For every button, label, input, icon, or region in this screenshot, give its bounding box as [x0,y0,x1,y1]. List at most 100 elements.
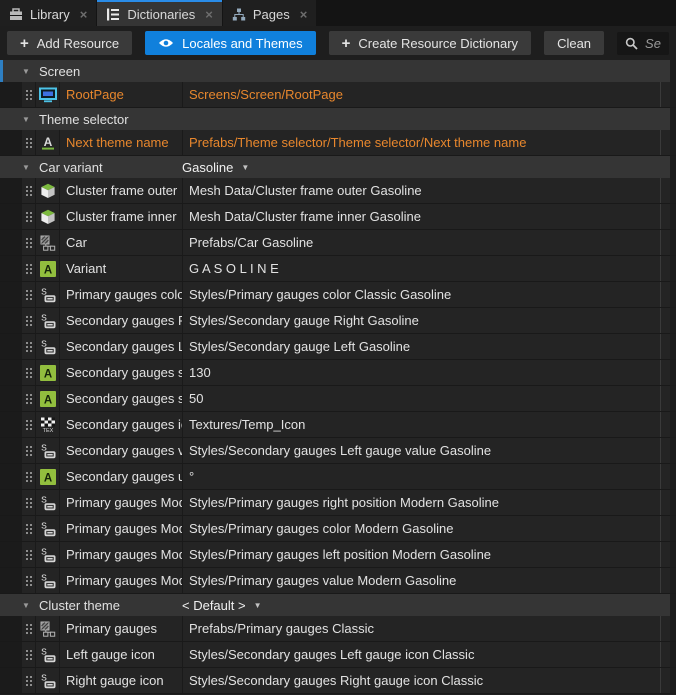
resource-name[interactable]: Variant [60,256,183,281]
resource-name[interactable]: Primary gauges color [60,282,183,307]
drag-handle[interactable] [22,490,36,515]
resource-value[interactable]: Styles/Primary gauges color Modern Gasol… [183,516,660,541]
table-row[interactable]: Car Prefabs/Car Gasoline [0,230,676,256]
resource-name[interactable]: Next theme name [60,130,183,155]
resource-value[interactable]: Textures/Temp_Icon [183,412,660,437]
resource-name[interactable]: Secondary gauges sca [60,386,183,411]
table-row[interactable]: A Secondary gauges sca 130 [0,360,676,386]
section-dropdown[interactable]: < Default > ▼ [182,598,262,613]
resource-name[interactable]: Right gauge icon [60,668,183,693]
drag-handle[interactable] [22,516,36,541]
resource-name[interactable]: Cluster frame outer [60,178,183,203]
drag-handle[interactable] [22,386,36,411]
resource-name[interactable]: Cluster frame inner [60,204,183,229]
table-row[interactable]: TEX Secondary gauges ico Textures/Temp_I… [0,412,676,438]
resource-value[interactable]: Styles/Secondary gauges Right gauge icon… [183,668,660,693]
table-row[interactable]: S Primary gauges color Styles/Primary ga… [0,282,676,308]
resource-name[interactable]: Secondary gauges ico [60,412,183,437]
drag-handle[interactable] [22,542,36,567]
resource-name[interactable]: Secondary gauges val [60,438,183,463]
tab-dictionaries[interactable]: Dictionaries × [97,0,222,26]
resource-value[interactable]: Styles/Secondary gauge Left Gasoline [183,334,660,359]
resource-value[interactable]: Styles/Secondary gauges Left gauge icon … [183,642,660,667]
table-row[interactable]: RootPage Screens/Screen/RootPage [0,82,676,108]
table-row[interactable]: S Primary gauges Mode Styles/Primary gau… [0,490,676,516]
drag-handle[interactable] [22,568,36,593]
drag-handle[interactable] [22,642,36,667]
section-header[interactable]: ▼ Theme selector [0,108,676,130]
locales-and-themes-button[interactable]: Locales and Themes [145,31,315,55]
resource-name[interactable]: Primary gauges Mode [60,516,183,541]
resource-value[interactable]: Mesh Data/Cluster frame outer Gasoline [183,178,660,203]
resource-name[interactable]: Primary gauges Mode [60,490,183,515]
table-row[interactable]: Cluster frame inner Mesh Data/Cluster fr… [0,204,676,230]
table-row[interactable]: S Secondary gauges val Styles/Secondary … [0,438,676,464]
resource-name[interactable]: Secondary gauges Rig [60,308,183,333]
table-row[interactable]: S Primary gauges Mode Styles/Primary gau… [0,542,676,568]
resource-value[interactable]: 130 [183,360,660,385]
resource-value[interactable]: Prefabs/Car Gasoline [183,230,660,255]
clean-button[interactable]: Clean [544,31,604,55]
search-box[interactable] [617,32,669,55]
table-row[interactable]: A Secondary gauges un ° [0,464,676,490]
drag-handle[interactable] [22,82,36,107]
table-row[interactable]: Cluster frame outer Mesh Data/Cluster fr… [0,178,676,204]
table-row[interactable]: S Left gauge icon Styles/Secondary gauge… [0,642,676,668]
resource-value[interactable]: 50 [183,386,660,411]
drag-handle[interactable] [22,360,36,385]
drag-handle[interactable] [22,438,36,463]
resource-name[interactable]: Car [60,230,183,255]
chevron-down-icon[interactable]: ▼ [20,601,32,610]
resource-name[interactable]: RootPage [60,82,183,107]
drag-handle[interactable] [22,204,36,229]
drag-handle[interactable] [22,334,36,359]
section-header[interactable]: ▼ Cluster theme < Default > ▼ [0,594,676,616]
close-icon[interactable]: × [80,8,88,21]
chevron-down-icon[interactable]: ▼ [20,163,32,172]
drag-handle[interactable] [22,282,36,307]
table-row[interactable]: A Next theme name Prefabs/Theme selector… [0,130,676,156]
table-row[interactable]: S Primary gauges Mode Styles/Primary gau… [0,516,676,542]
resource-name[interactable]: Left gauge icon [60,642,183,667]
table-row[interactable]: S Secondary gauges Lef Styles/Secondary … [0,334,676,360]
section-dropdown[interactable]: Gasoline ▼ [182,160,249,175]
drag-handle[interactable] [22,230,36,255]
section-header[interactable]: ▼ Screen [0,60,676,82]
add-resource-button[interactable]: + Add Resource [7,31,132,55]
create-resource-dictionary-button[interactable]: + Create Resource Dictionary [329,31,531,55]
drag-handle[interactable] [22,178,36,203]
close-icon[interactable]: × [205,8,213,21]
tab-pages[interactable]: Pages × [223,0,316,26]
drag-handle[interactable] [22,308,36,333]
resource-value[interactable]: ° [183,464,660,489]
resource-name[interactable]: Secondary gauges un [60,464,183,489]
resource-value[interactable]: Styles/Secondary gauge Right Gasoline [183,308,660,333]
resource-name[interactable]: Primary gauges Mode [60,542,183,567]
drag-handle[interactable] [22,464,36,489]
resource-value[interactable]: Prefabs/Primary gauges Classic [183,616,660,641]
resource-name[interactable]: Secondary gauges sca [60,360,183,385]
resource-name[interactable]: Primary gauges Mode [60,568,183,593]
resource-value[interactable]: Styles/Primary gauges right position Mod… [183,490,660,515]
drag-handle[interactable] [22,668,36,693]
resource-value[interactable]: Prefabs/Theme selector/Theme selector/Ne… [183,130,660,155]
table-row[interactable]: S Primary gauges Mode Styles/Primary gau… [0,568,676,594]
resource-value[interactable]: Styles/Primary gauges left position Mode… [183,542,660,567]
table-row[interactable]: S Right gauge icon Styles/Secondary gaug… [0,668,676,694]
tab-library[interactable]: Library × [0,0,96,26]
resource-value[interactable]: Styles/Primary gauges color Classic Gaso… [183,282,660,307]
drag-handle[interactable] [22,616,36,641]
drag-handle[interactable] [22,256,36,281]
chevron-down-icon[interactable]: ▼ [20,67,32,76]
resource-name[interactable]: Primary gauges [60,616,183,641]
chevron-down-icon[interactable]: ▼ [20,115,32,124]
search-input[interactable] [645,36,661,51]
close-icon[interactable]: × [300,8,308,21]
resource-value[interactable]: Styles/Secondary gauges Left gauge value… [183,438,660,463]
table-row[interactable]: Primary gauges Prefabs/Primary gauges Cl… [0,616,676,642]
resource-name[interactable]: Secondary gauges Lef [60,334,183,359]
table-row[interactable]: S Secondary gauges Rig Styles/Secondary … [0,308,676,334]
resource-value[interactable]: Screens/Screen/RootPage [183,82,660,107]
resource-value[interactable]: Styles/Primary gauges value Modern Gasol… [183,568,660,593]
table-row[interactable]: A Secondary gauges sca 50 [0,386,676,412]
